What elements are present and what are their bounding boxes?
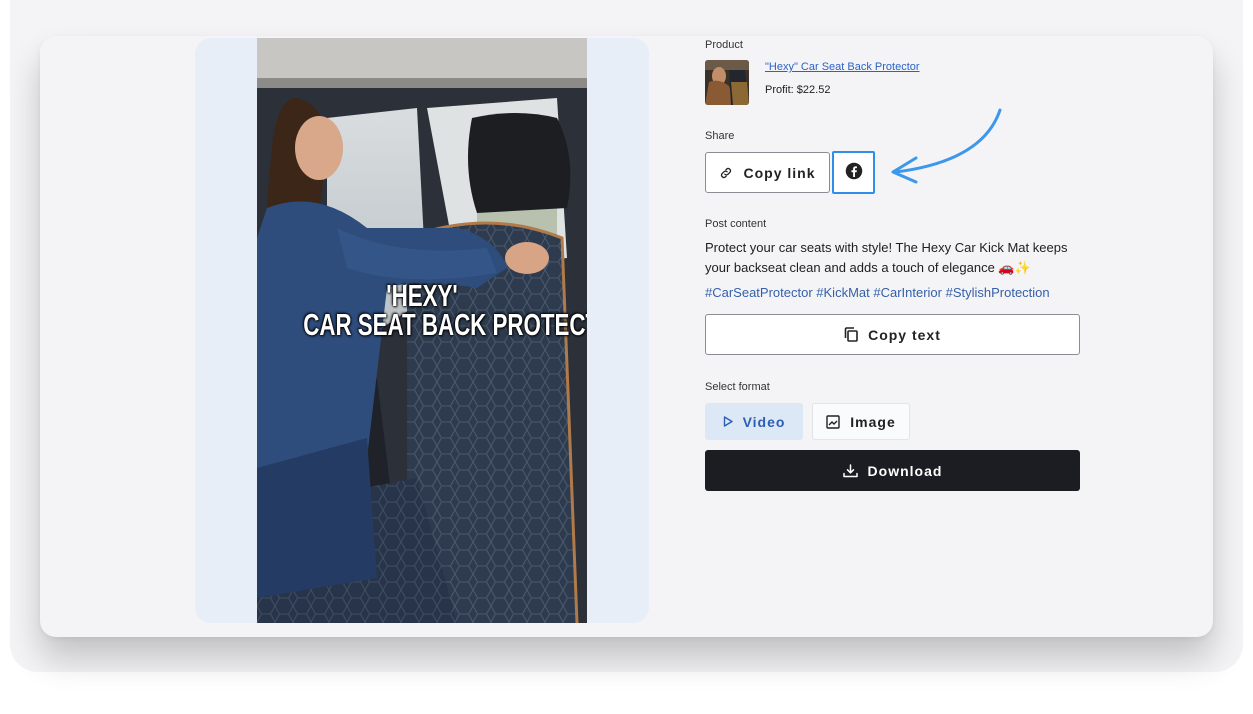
format-video-label: Video: [742, 413, 786, 430]
copy-text-button[interactable]: Copy text: [705, 314, 1080, 355]
format-video-option[interactable]: Video: [705, 403, 803, 440]
format-image-label: Image: [850, 413, 896, 430]
select-format-label: Select format: [705, 381, 770, 393]
image-icon: [826, 414, 840, 429]
format-image-option[interactable]: Image: [812, 403, 910, 440]
profit-row: Profit: $22.52: [765, 84, 830, 96]
facebook-share-button[interactable]: [832, 151, 875, 194]
copy-link-label: Copy link: [743, 164, 816, 181]
facebook-icon: [845, 162, 863, 183]
copy-icon: [844, 327, 858, 342]
profit-label: Profit:: [765, 84, 794, 96]
copy-text-label: Copy text: [868, 326, 941, 343]
profit-value: $22.52: [796, 84, 831, 96]
copy-link-button[interactable]: Copy link: [705, 152, 830, 193]
callout-arrow: [891, 108, 1002, 184]
share-section-label: Share: [705, 130, 735, 142]
download-label: Download: [867, 462, 943, 479]
share-card: 'HEXY' CAR SEAT BACK PROTECTOR Product "…: [40, 36, 1213, 637]
product-thumbnail[interactable]: [705, 60, 749, 105]
post-hashtags: #CarSeatProtector #KickMat #CarInterior …: [705, 285, 1050, 300]
post-content-label: Post content: [705, 218, 767, 230]
video-preview[interactable]: 'HEXY' CAR SEAT BACK PROTECTOR: [257, 38, 587, 623]
download-icon: [842, 463, 858, 478]
video-title-line-2: CAR SEAT BACK PROTECTOR: [303, 307, 587, 342]
download-button[interactable]: Download: [705, 450, 1080, 491]
media-preview-panel: 'HEXY' CAR SEAT BACK PROTECTOR: [195, 38, 649, 623]
play-icon: [723, 416, 733, 427]
product-link[interactable]: "Hexy" Car Seat Back Protector: [765, 61, 920, 73]
link-icon: [719, 166, 733, 180]
post-text: Protect your car seats with style! The H…: [705, 240, 1068, 275]
product-section-label: Product: [705, 39, 743, 51]
